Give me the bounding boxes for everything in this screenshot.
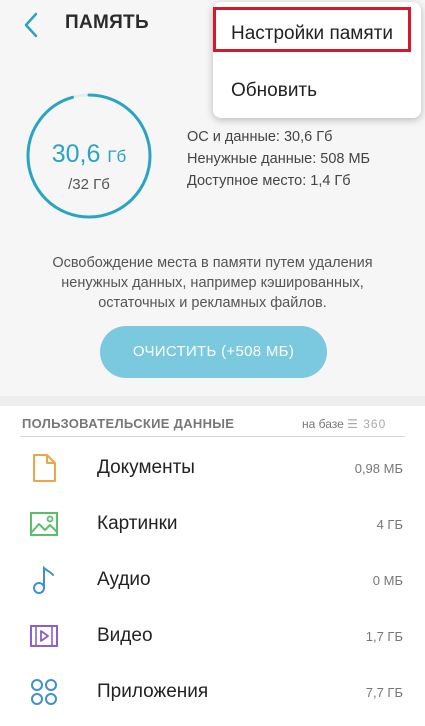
video-icon [30, 625, 58, 647]
document-icon [33, 454, 56, 482]
menu-item-refresh[interactable]: Обновить [213, 65, 421, 117]
list-item-apps[interactable]: Приложения 7,7 ГБ [0, 664, 425, 720]
item-size: 7,7 ГБ [365, 685, 403, 700]
image-icon [30, 512, 58, 536]
chevron-left-icon [24, 12, 38, 38]
item-name: Документы [97, 457, 195, 478]
list-item-documents[interactable]: Документы 0,98 МБ [0, 440, 425, 496]
storage-stats: ОС и данные: 30,6 Гб Ненужные данные: 50… [187, 126, 370, 192]
total-storage-value: /32 Гб [68, 176, 110, 193]
divider [20, 436, 405, 437]
overflow-menu: Настройки памяти Обновить [213, 2, 421, 118]
junk-data-stat: Ненужные данные: 508 МБ [187, 151, 371, 167]
item-name: Картинки [97, 513, 178, 534]
clean-button[interactable]: ОЧИСТИТЬ (+508 МБ) [100, 326, 327, 378]
used-storage-value: 30,6 Гб [51, 140, 127, 168]
page-title: ПАМЯТЬ [65, 12, 149, 33]
os-data-stat: ОС и данные: 30,6 Гб [187, 129, 333, 145]
list-item-images[interactable]: Картинки 4 ГБ [0, 496, 425, 552]
item-name: Приложения [97, 681, 209, 702]
item-size: 1,7 ГБ [365, 629, 403, 644]
item-size: 0,98 МБ [354, 461, 403, 476]
powered-by-label: на базе ☰ 360 [302, 417, 387, 431]
list-item-video[interactable]: Видео 1,7 ГБ [0, 608, 425, 664]
360-logo: ☰ 360 [347, 417, 387, 431]
menu-item-storage-settings[interactable]: Настройки памяти [213, 7, 421, 60]
back-button[interactable] [18, 10, 48, 40]
item-name: Видео [97, 625, 153, 646]
section-title: ПОЛЬЗОВАТЕЛЬСКИЕ ДАННЫЕ [22, 416, 235, 431]
music-note-icon [33, 565, 54, 594]
item-size: 4 ГБ [376, 517, 403, 532]
clean-description: Освобождение места в памяти путем удален… [52, 255, 373, 311]
apps-icon [31, 679, 57, 705]
item-size: 0 МБ [372, 573, 403, 588]
item-name: Аудио [97, 569, 151, 590]
free-space-stat: Доступное место: 1,4 Гб [187, 173, 351, 189]
section-divider [0, 396, 425, 406]
list-item-audio[interactable]: Аудио 0 МБ [0, 552, 425, 608]
